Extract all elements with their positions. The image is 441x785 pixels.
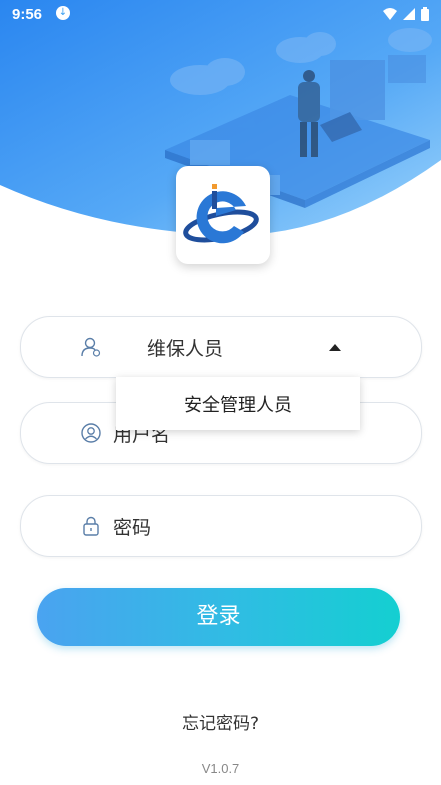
role-option-safety-manager[interactable]: 安全管理人员 — [116, 391, 360, 417]
caret-up-icon — [329, 344, 341, 351]
forgot-password-link[interactable]: 忘记密码? — [0, 709, 441, 734]
role-dropdown-menu: 安全管理人员 — [116, 377, 360, 430]
role-select-value: 维保人员 — [147, 338, 224, 360]
password-field[interactable]: 密码 — [20, 495, 422, 557]
user-role-icon — [81, 337, 101, 357]
logo-e-icon — [183, 184, 259, 244]
version-label: V1.0.7 — [201, 761, 240, 776]
download-icon: ↓ — [56, 6, 70, 20]
battery-icon — [421, 7, 429, 21]
status-icons — [383, 6, 429, 22]
lock-icon — [83, 516, 99, 536]
login-button[interactable]: 登录 — [37, 588, 400, 646]
wifi-icon — [383, 8, 397, 20]
signal-icon — [403, 8, 415, 20]
role-select[interactable]: 维保人员 — [20, 316, 422, 378]
status-bar: 9:56 ↓ — [0, 0, 441, 30]
password-placeholder: 密码 — [113, 517, 152, 539]
user-icon — [81, 423, 101, 443]
status-time: 9:56 — [12, 6, 43, 23]
app-logo — [176, 166, 270, 264]
